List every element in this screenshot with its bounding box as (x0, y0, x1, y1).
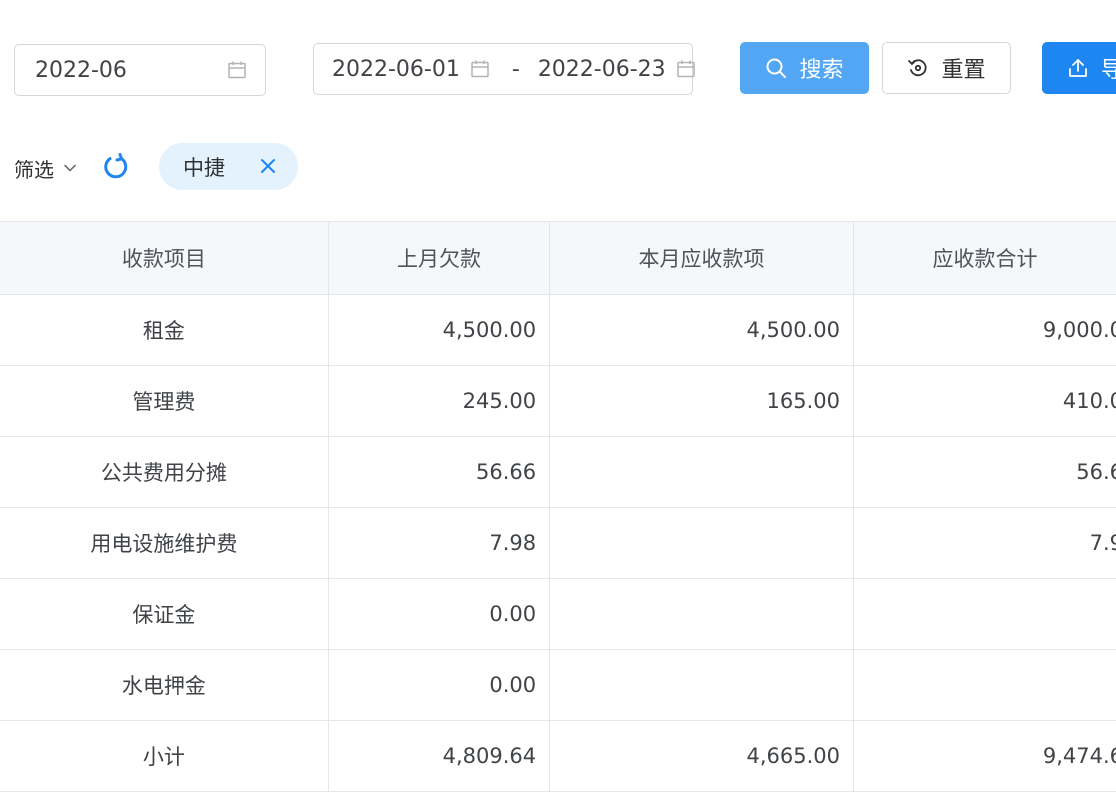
filter-toggle-label: 筛选 (14, 157, 54, 182)
chevron-down-icon (64, 164, 76, 172)
column-header-receivable-total: 应收款合计 (852, 221, 1116, 295)
cell-item: 公共费用分摊 (0, 436, 329, 508)
month-value: 2022-06 (35, 57, 127, 83)
cell-item: 管理费 (0, 365, 329, 437)
cell-last-month-arrears: 0.00 (327, 649, 551, 721)
cell-item: 保证金 (0, 578, 329, 650)
cell-last-month-arrears: 4,809.64 (327, 720, 551, 792)
search-button-label: 搜索 (799, 58, 844, 83)
table-row: 用电设施维护费 7.98 7.9 (0, 507, 1116, 579)
cell-last-month-arrears: 4,500.00 (327, 294, 551, 366)
table-row-subtotal: 小计 4,809.64 4,665.00 9,474.6 (0, 720, 1116, 792)
close-icon[interactable] (258, 156, 278, 176)
cell-current-receivable (549, 649, 854, 721)
cell-item: 租金 (0, 294, 329, 366)
table-row: 租金 4,500.00 4,500.00 9,000.0 (0, 294, 1116, 366)
cell-current-receivable (549, 436, 854, 508)
cell-receivable-total: 9,000.0 (852, 294, 1116, 366)
table-header-row: 收款项目 上月欠款 本月应收款项 应收款合计 (0, 221, 1116, 295)
cell-item: 水电押金 (0, 649, 329, 721)
refresh-icon[interactable] (101, 152, 131, 182)
cell-receivable-total: 9,474.6 (852, 720, 1116, 792)
cell-current-receivable: 4,500.00 (549, 294, 854, 366)
cell-current-receivable: 4,665.00 (549, 720, 854, 792)
cell-current-receivable (549, 578, 854, 650)
cell-receivable-total (852, 578, 1116, 650)
cell-current-receivable: 165.00 (549, 365, 854, 437)
cell-receivable-total: 7.9 (852, 507, 1116, 579)
export-button-label: 导 (1101, 58, 1116, 83)
reset-button-label: 重置 (941, 58, 986, 83)
month-picker[interactable]: 2022-06 (14, 44, 266, 96)
column-header-item: 收款项目 (0, 221, 329, 295)
search-button[interactable]: 搜索 (740, 42, 869, 94)
range-start-value[interactable]: 2022-06-01 (332, 57, 460, 82)
reset-icon (907, 57, 929, 79)
page: 2022-06 2022-06-01 - 2022-06-23 搜索 重置 导 … (0, 0, 1116, 810)
cell-current-receivable (549, 507, 854, 579)
range-separator: - (511, 56, 520, 82)
export-button[interactable]: 导 (1042, 42, 1116, 94)
range-end-value[interactable]: 2022-06-23 (538, 57, 666, 82)
upload-icon (1067, 57, 1089, 79)
column-header-current-receivable: 本月应收款项 (549, 221, 854, 295)
search-icon (765, 57, 787, 79)
cell-last-month-arrears: 7.98 (327, 507, 551, 579)
filter-toggle[interactable]: 筛选 (14, 152, 76, 184)
table-row: 保证金 0.00 (0, 578, 1116, 650)
cell-receivable-total (852, 649, 1116, 721)
calendar-icon (227, 60, 247, 80)
reset-button[interactable]: 重置 (882, 42, 1011, 94)
cell-last-month-arrears: 56.66 (327, 436, 551, 508)
column-header-last-month-arrears: 上月欠款 (327, 221, 551, 295)
cell-item: 用电设施维护费 (0, 507, 329, 579)
calendar-icon (676, 59, 696, 79)
calendar-icon (470, 59, 490, 79)
receivables-table: 收款项目 上月欠款 本月应收款项 应收款合计 租金 4,500.00 4,500… (0, 221, 1116, 792)
table-row: 水电押金 0.00 (0, 649, 1116, 721)
cell-last-month-arrears: 0.00 (327, 578, 551, 650)
table-row: 公共费用分摊 56.66 56.6 (0, 436, 1116, 508)
cell-last-month-arrears: 245.00 (327, 365, 551, 437)
cell-item: 小计 (0, 720, 329, 792)
filter-tag: 中捷 (159, 143, 298, 190)
cell-receivable-total: 410.0 (852, 365, 1116, 437)
cell-receivable-total: 56.6 (852, 436, 1116, 508)
table-row: 管理费 245.00 165.00 410.0 (0, 365, 1116, 437)
filter-tag-label: 中捷 (183, 155, 225, 180)
date-range-picker[interactable]: 2022-06-01 - 2022-06-23 (313, 43, 696, 95)
